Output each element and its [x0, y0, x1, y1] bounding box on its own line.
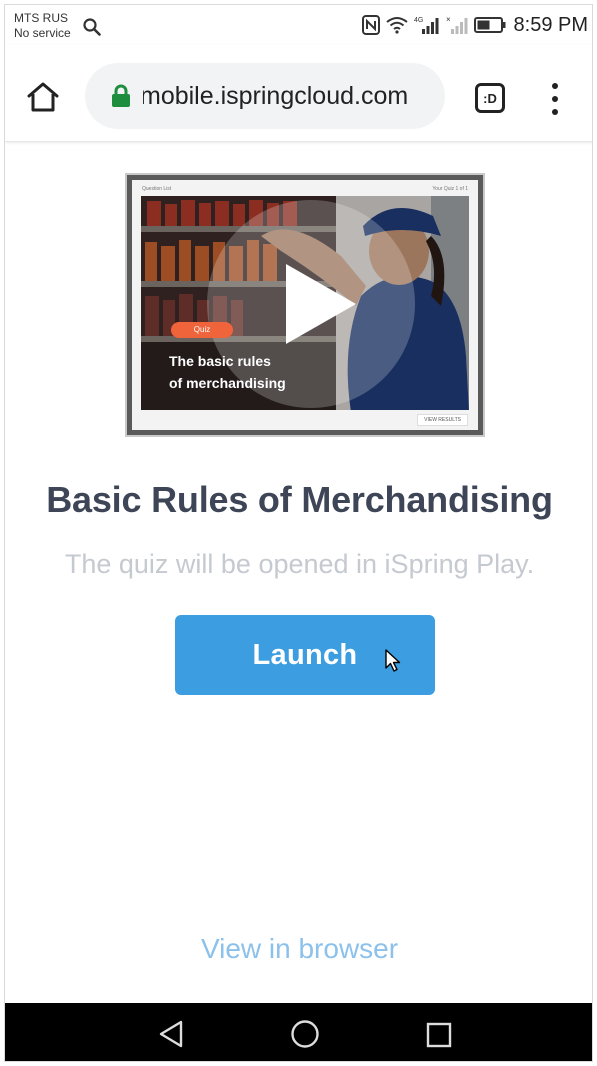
- service-status: No service: [14, 26, 71, 40]
- thumbnail-title-line2: of merchandising: [169, 375, 286, 391]
- carrier-name: MTS RUS: [14, 11, 68, 25]
- battery-icon: [473, 17, 506, 33]
- thumbnail-title-line1: The basic rules: [169, 353, 271, 369]
- status-icons: 4G × 8:59 PM: [361, 13, 588, 36]
- quiz-progress-label: Your Quiz 1 of 1: [432, 186, 468, 192]
- address-bar[interactable]: mobile.ispringcloud.com: [85, 63, 445, 129]
- question-list-label: Question List: [142, 186, 172, 192]
- quiz-badge: Quiz: [171, 322, 233, 338]
- carrier-info: MTS RUS No service: [14, 11, 71, 41]
- tabs-button[interactable]: :D: [475, 83, 505, 113]
- tabs-count: :D: [483, 90, 497, 106]
- subtitle: The quiz will be opened in iSpring Play.: [64, 549, 535, 579]
- page-title: Basic Rules of Merchandising: [46, 479, 553, 520]
- network-label: 4G: [414, 17, 423, 24]
- recents-icon[interactable]: [426, 1022, 452, 1048]
- signal-2-icon: ×: [446, 15, 468, 34]
- clock: 8:59 PM: [513, 13, 588, 36]
- quiz-thumbnail[interactable]: Question List Your Quiz 1 of 1 Quiz The …: [125, 173, 485, 437]
- browser-toolbar: mobile.ispringcloud.com :D: [5, 45, 592, 142]
- navigation-bar: [5, 1003, 592, 1061]
- svg-text:×: ×: [446, 15, 451, 24]
- home-button[interactable]: [25, 79, 61, 115]
- status-bar: MTS RUS No service 4G × 8:59 PM: [5, 5, 592, 45]
- quiz-cover-image: Quiz The basic rules of merchandising: [141, 196, 469, 412]
- thumbnail-header: Question List Your Quiz 1 of 1: [142, 186, 468, 196]
- back-icon[interactable]: [157, 1019, 185, 1049]
- url-text: mobile.ispringcloud.com: [143, 81, 409, 110]
- nfc-icon: [361, 15, 380, 35]
- wifi-icon: [385, 17, 408, 34]
- menu-button[interactable]: [545, 81, 565, 117]
- thumbnail-footer: VIEW RESULTS: [132, 410, 478, 430]
- lock-icon: [112, 84, 130, 107]
- phone-screen: MTS RUS No service 4G × 8:59 PM mobile.i…: [4, 4, 593, 1062]
- thumbnail-title: The basic rules of merchandising: [169, 350, 329, 394]
- search-icon: [83, 18, 101, 36]
- signal-icon: 4G: [414, 17, 439, 34]
- home-icon: [27, 82, 59, 112]
- cursor-icon: [385, 649, 401, 672]
- menu-icon: [552, 83, 558, 89]
- view-in-browser-link[interactable]: View in browser: [5, 933, 592, 965]
- home-circle-icon[interactable]: [290, 1019, 320, 1049]
- view-results-button: VIEW RESULTS: [417, 414, 468, 426]
